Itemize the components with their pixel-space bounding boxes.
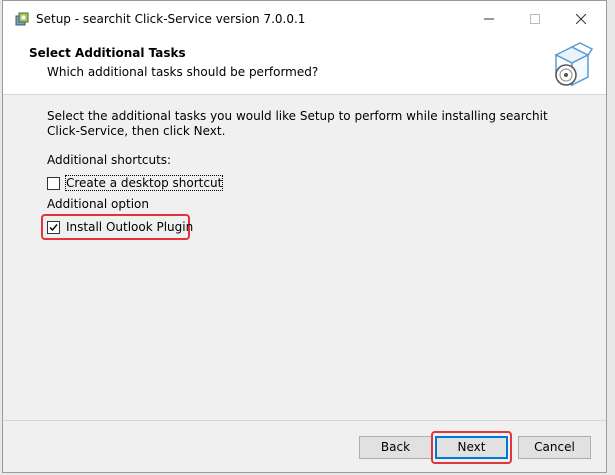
setup-app-icon — [15, 12, 29, 26]
wizard-header: Select Additional Tasks Which additional… — [3, 37, 606, 95]
footer-divider — [3, 420, 606, 421]
setup-window: Setup - searchit Click-Service version 7… — [2, 0, 607, 473]
cancel-button[interactable]: Cancel — [518, 436, 591, 459]
page-title: Select Additional Tasks — [29, 46, 186, 60]
outlook-plugin-label[interactable]: Install Outlook Plugin — [66, 220, 193, 234]
next-button[interactable]: Next — [435, 436, 508, 459]
close-button[interactable] — [558, 1, 604, 37]
outlook-plugin-option[interactable]: Install Outlook Plugin — [47, 218, 193, 236]
install-box-cd-icon — [548, 41, 596, 89]
minimize-icon — [484, 18, 494, 20]
title-bar[interactable]: Setup - searchit Click-Service version 7… — [3, 1, 606, 37]
window-title: Setup - searchit Click-Service version 7… — [36, 12, 306, 26]
desktop-shortcut-checkbox[interactable] — [47, 176, 60, 190]
page-subtitle: Which additional tasks should be perform… — [47, 65, 319, 79]
additional-option-label: Additional option — [47, 197, 149, 211]
back-button[interactable]: Back — [359, 436, 432, 459]
minimize-button[interactable] — [466, 1, 512, 37]
desktop-shortcut-option[interactable]: Create a desktop shortcut — [47, 174, 224, 192]
checkmark-icon — [49, 223, 58, 231]
maximize-icon — [530, 14, 540, 24]
maximize-button[interactable] — [512, 1, 558, 37]
instructions-text: Select the additional tasks you would li… — [47, 109, 548, 138]
additional-shortcuts-label: Additional shortcuts: — [47, 153, 172, 167]
close-icon — [576, 14, 586, 24]
desktop-shortcut-label[interactable]: Create a desktop shortcut — [64, 175, 224, 191]
outlook-plugin-checkbox[interactable] — [47, 220, 60, 234]
